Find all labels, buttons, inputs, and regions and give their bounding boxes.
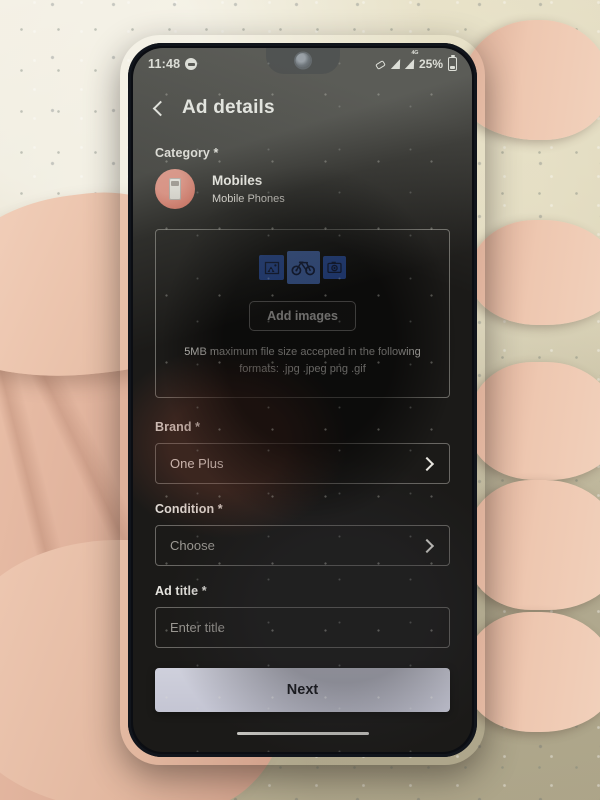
- brand-field-group: Brand * One Plus: [155, 420, 450, 485]
- signal-bars-4g-icon: [404, 59, 415, 69]
- next-button[interactable]: Next: [155, 668, 450, 712]
- chevron-left-icon[interactable]: [152, 100, 169, 117]
- app-header: Ad details: [133, 86, 472, 130]
- finger: [470, 362, 600, 480]
- phone-bezel: 11:48 25% Ad details Category: [128, 43, 477, 757]
- status-clock: 11:48: [148, 57, 181, 71]
- ad-title-field-group: Ad title * Enter title: [155, 584, 450, 649]
- ad-title-input[interactable]: Enter title: [155, 607, 450, 649]
- navigation-gesture-bar[interactable]: [236, 731, 369, 735]
- form-content[interactable]: Category * Mobiles Mobile Phones Add ima…: [133, 134, 472, 752]
- smartphone: 11:48 25% Ad details Category: [120, 35, 485, 765]
- finger: [468, 480, 600, 610]
- condition-value: Choose: [170, 538, 215, 554]
- finger: [466, 612, 600, 732]
- display-notch: [265, 48, 340, 74]
- signal-bars-icon: [390, 59, 401, 69]
- camera-icon: [323, 256, 346, 279]
- category-title: Mobiles: [212, 172, 263, 188]
- ad-title-label: Ad title *: [155, 584, 207, 599]
- upload-illustration: [170, 251, 435, 284]
- mobile-phone-icon: [155, 169, 195, 209]
- bicycle-icon: [287, 251, 320, 284]
- add-images-button[interactable]: Add images: [249, 301, 356, 331]
- vibrate-icon: [375, 60, 386, 69]
- condition-label: Condition *: [155, 502, 223, 517]
- brand-label: Brand *: [155, 420, 201, 435]
- phone-screen[interactable]: 11:48 25% Ad details Category: [133, 48, 472, 752]
- next-button-bar: Next: [133, 668, 472, 712]
- notification-dot-icon: [185, 58, 198, 70]
- finger: [470, 220, 600, 325]
- page-title: Ad details: [182, 97, 275, 118]
- category-row[interactable]: Mobiles Mobile Phones: [155, 169, 450, 209]
- chevron-right-icon: [419, 456, 435, 471]
- condition-select[interactable]: Choose: [155, 525, 450, 567]
- battery-percent: 25%: [418, 57, 443, 71]
- condition-field-group: Condition * Choose: [155, 502, 450, 567]
- battery-icon: [448, 54, 457, 71]
- category-label: Category *: [155, 146, 219, 160]
- phone-glyph: [169, 178, 181, 200]
- brand-value: One Plus: [170, 456, 224, 472]
- image-upload-area[interactable]: Add images 5MB maximum file size accepte…: [155, 229, 450, 399]
- brand-select[interactable]: One Plus: [155, 443, 450, 485]
- category-subtitle: Mobile Phones: [212, 192, 285, 205]
- upload-help-text: 5MB maximum file size accepted in the fo…: [184, 346, 421, 376]
- chevron-right-icon: [419, 538, 435, 553]
- ad-title-placeholder: Enter title: [170, 620, 225, 636]
- photo-landscape-icon: [259, 255, 284, 280]
- front-camera-icon: [295, 53, 310, 68]
